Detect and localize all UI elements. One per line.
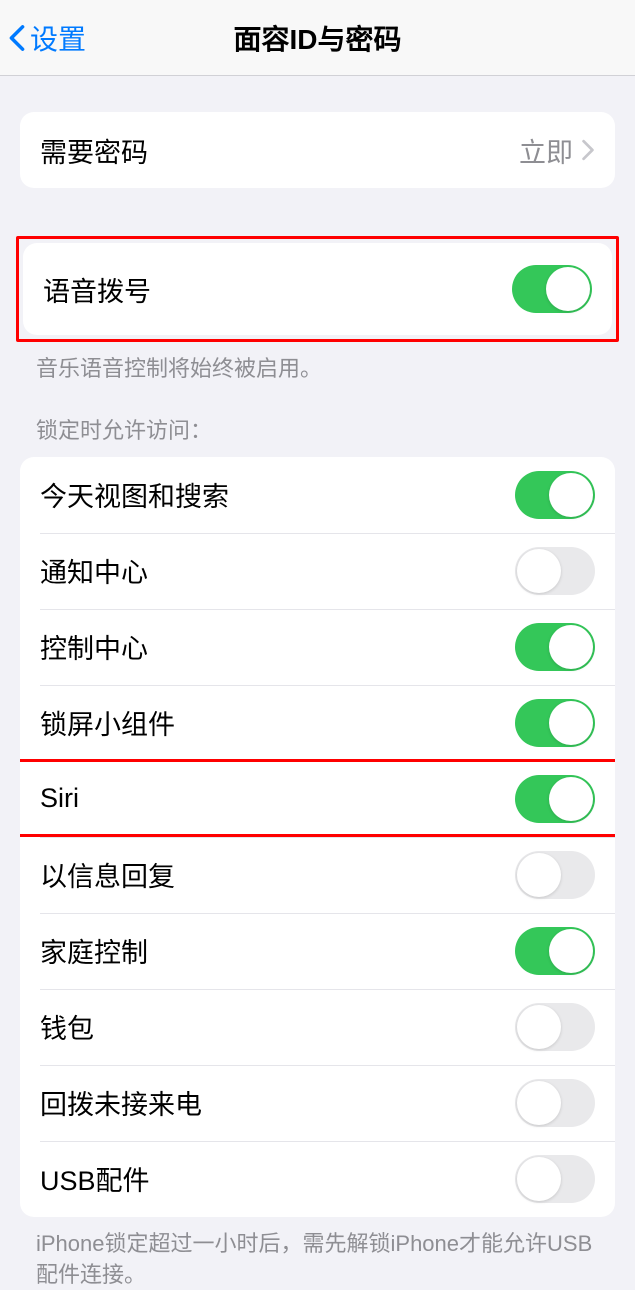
highlight-voice-dial: 语音拨号: [16, 236, 619, 342]
toggle-knob: [549, 777, 593, 821]
locked-access-label: 家庭控制: [40, 931, 515, 970]
locked-access-label: USB配件: [40, 1159, 515, 1198]
toggle-knob: [517, 1005, 561, 1049]
locked-access-toggle[interactable]: [515, 851, 595, 899]
locked-access-row: 控制中心: [20, 609, 615, 685]
toggle-knob: [546, 267, 590, 311]
locked-access-toggle[interactable]: [515, 1003, 595, 1051]
voice-dial-toggle[interactable]: [512, 265, 592, 313]
locked-access-label: 今天视图和搜索: [40, 475, 515, 514]
toggle-knob: [517, 853, 561, 897]
locked-access-header: 锁定时允许访问：: [0, 385, 635, 457]
toggle-knob: [517, 1081, 561, 1125]
toggle-knob: [549, 701, 593, 745]
locked-access-label: 控制中心: [40, 627, 515, 666]
locked-access-row: 以信息回复: [20, 837, 615, 913]
locked-access-label: Siri: [40, 783, 515, 814]
locked-access-toggle[interactable]: [515, 699, 595, 747]
back-label: 设置: [30, 18, 86, 58]
locked-access-row: 通知中心: [20, 533, 615, 609]
locked-access-label: 钱包: [40, 1007, 515, 1046]
locked-access-toggle[interactable]: [515, 623, 595, 671]
locked-access-row: USB配件: [20, 1141, 615, 1217]
locked-access-label: 通知中心: [40, 551, 515, 590]
require-passcode-value: 立即: [519, 131, 573, 170]
voice-dial-group: 语音拨号: [23, 243, 612, 335]
page-title: 面容ID与密码: [0, 18, 635, 58]
voice-dial-footer: 音乐语音控制将始终被启用。: [0, 342, 635, 385]
require-passcode-row[interactable]: 需要密码 立即: [20, 112, 615, 188]
locked-access-toggle[interactable]: [515, 927, 595, 975]
locked-access-row: 锁屏小组件: [20, 685, 615, 761]
voice-dial-label: 语音拨号: [43, 270, 512, 309]
toggle-knob: [549, 929, 593, 973]
locked-access-toggle[interactable]: [515, 547, 595, 595]
locked-access-group: 今天视图和搜索通知中心控制中心锁屏小组件 Siri 以信息回复家庭控制钱包回拨未接来…: [20, 457, 615, 1217]
locked-access-label: 锁屏小组件: [40, 703, 515, 742]
locked-access-row: 回拨未接来电: [20, 1065, 615, 1141]
locked-access-toggle[interactable]: [515, 1079, 595, 1127]
locked-access-toggle[interactable]: [515, 1155, 595, 1203]
locked-access-row: Siri: [20, 761, 615, 837]
toggle-knob: [517, 549, 561, 593]
toggle-knob: [549, 473, 593, 517]
chevron-left-icon: [8, 24, 26, 52]
locked-access-row: 钱包: [20, 989, 615, 1065]
locked-access-label: 回拨未接来电: [40, 1083, 515, 1122]
locked-access-row: 今天视图和搜索: [20, 457, 615, 533]
locked-access-label: 以信息回复: [40, 855, 515, 894]
navigation-header: 设置 面容ID与密码: [0, 0, 635, 76]
passcode-group: 需要密码 立即: [20, 112, 615, 188]
toggle-knob: [549, 625, 593, 669]
locked-access-toggle[interactable]: [515, 775, 595, 823]
back-button[interactable]: 设置: [8, 18, 86, 58]
locked-access-footer: iPhone锁定超过一小时后，需先解锁iPhone才能允许USB配件连接。: [0, 1217, 635, 1290]
locked-access-toggle[interactable]: [515, 471, 595, 519]
locked-access-row: 家庭控制: [20, 913, 615, 989]
chevron-right-icon: [581, 139, 595, 161]
voice-dial-row: 语音拨号: [23, 243, 612, 335]
require-passcode-label: 需要密码: [40, 131, 519, 170]
toggle-knob: [517, 1157, 561, 1201]
